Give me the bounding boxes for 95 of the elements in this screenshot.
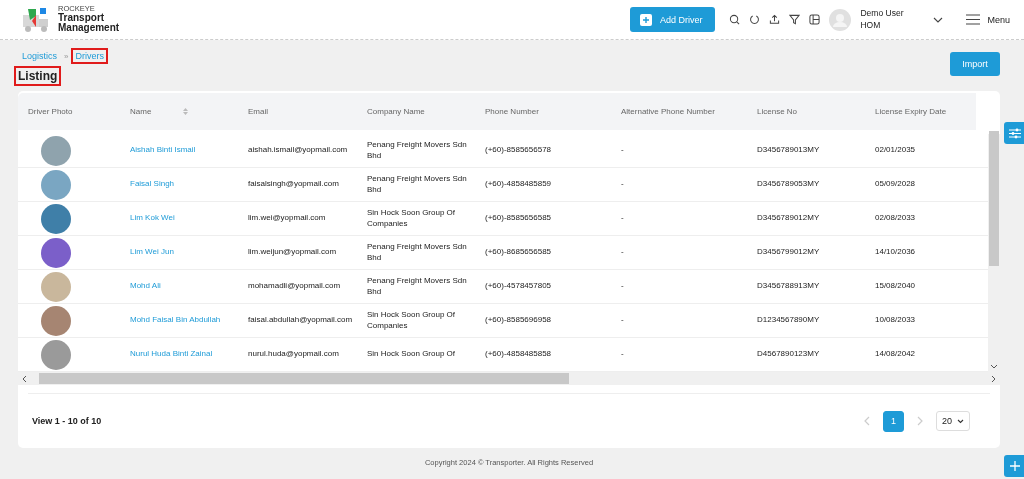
table-cell: lim.wei@yopmail.com — [248, 213, 326, 223]
chevron-down-icon — [957, 418, 964, 424]
table-cell: nurul.huda@yopmail.com — [248, 349, 339, 359]
import-button[interactable]: Import — [950, 52, 1000, 76]
table-cell: D4567890123MY — [757, 349, 820, 359]
driver-photo-placeholder — [41, 271, 71, 302]
table-cell: faisalsingh@yopmail.com — [248, 179, 339, 189]
user-name: Demo User — [860, 8, 905, 20]
table-cell: D3456799012MY — [757, 247, 820, 257]
table-cell: - — [621, 179, 624, 189]
column-header: Name — [130, 107, 152, 116]
filter-icon[interactable] — [789, 14, 801, 25]
pagination-summary: View 1 - 10 of 10 — [31, 416, 102, 426]
column-header: Company Name — [367, 107, 425, 116]
settings-sliders-button[interactable] — [1004, 122, 1024, 144]
add-driver-button[interactable]: Add Driver — [629, 7, 716, 32]
table-cell: 15/08/2040 — [875, 281, 916, 291]
table-cell: (+60)-4578457805 — [485, 281, 552, 291]
driver-name-link[interactable]: Faisal Singh — [130, 179, 175, 189]
chevron-down-icon[interactable] — [933, 16, 944, 23]
table-cell: Sin Hock Soon Group Of Companies — [367, 208, 456, 228]
driver-photo-placeholder — [41, 339, 71, 370]
table-cell: Sin Hock Soon Group Of — [367, 349, 456, 359]
table-cell: D3456788913MY — [757, 281, 820, 291]
breadcrumb-link[interactable]: Logistics — [18, 48, 61, 64]
scroll-down-icon[interactable] — [990, 364, 998, 369]
driver-photo-placeholder — [41, 169, 71, 200]
table-cell: (+60)-8685656585 — [485, 247, 552, 257]
table-cell: Penang Freight Movers Sdn Bhd — [367, 276, 467, 296]
table-cell: faisal.abdullah@yopmail.com — [248, 315, 353, 325]
driver-photo-placeholder — [41, 135, 71, 166]
menu-icon — [966, 14, 981, 25]
breadcrumb-separator: » — [64, 51, 69, 61]
driver-name-link[interactable]: Nurul Huda Binti Zainal — [130, 349, 213, 359]
page-size-select[interactable]: 20 — [936, 411, 970, 431]
plus-icon — [639, 13, 652, 26]
driver-photo-placeholder — [41, 203, 71, 234]
table-cell: mohamadli@yopmail.com — [248, 281, 341, 291]
refresh-icon[interactable] — [749, 14, 761, 25]
table-cell: D3456789012MY — [757, 213, 820, 223]
column-header: License Expiry Date — [875, 107, 947, 116]
table-cell: 14/08/2042 — [875, 349, 916, 359]
driver-photo-placeholder — [41, 305, 71, 336]
table-cell: D1234567890MY — [757, 315, 820, 325]
table-cell: 14/10/2036 — [875, 247, 916, 257]
table-cell: Sin Hock Soon Group Of Companies — [367, 310, 456, 330]
vertical-scrollbar[interactable] — [988, 134, 1000, 372]
brand-title: Management — [58, 23, 120, 34]
table-cell: D3456789053MY — [757, 179, 820, 189]
driver-name-link[interactable]: Mohd Faisal Bin Abdullah — [130, 315, 221, 325]
scroll-right-icon[interactable] — [991, 374, 996, 383]
driver-name-link[interactable]: Lim Kok Wei — [130, 213, 175, 223]
page-title: Listing — [14, 66, 62, 86]
table-cell: Penang Freight Movers Sdn Bhd — [367, 242, 467, 262]
sliders-icon — [1009, 127, 1021, 139]
user-role: HOM — [860, 19, 882, 31]
table-cell: (+60)-4858485859 — [485, 179, 552, 189]
table-cell: lim.weijun@yopmail.com — [248, 247, 337, 257]
table-cell: (+60)-4858485858 — [485, 349, 552, 359]
driver-name-link[interactable]: Mohd Ali — [130, 281, 161, 291]
table-cell: Penang Freight Movers Sdn Bhd — [367, 174, 467, 194]
table-cell: 02/01/2035 — [875, 145, 916, 155]
column-header: Email — [248, 107, 268, 116]
table-cell: (+60)-8585656578 — [485, 145, 552, 155]
page-button[interactable]: 1 — [883, 410, 904, 432]
column-header: Alternative Phone Number — [621, 107, 715, 116]
table-cell: - — [621, 315, 624, 325]
upload-icon[interactable] — [769, 14, 781, 25]
table-cell: (+60)-8585656585 — [485, 213, 552, 223]
driver-name-link[interactable]: Aishah Binti Ismail — [130, 145, 196, 155]
breadcrumb-link[interactable]: Drivers — [71, 48, 108, 64]
brand-title: Transport — [58, 12, 105, 24]
table-cell: - — [621, 247, 624, 257]
table-cell: D3456789013MY — [757, 145, 820, 155]
avatar-icon — [829, 8, 852, 31]
scroll-left-icon[interactable] — [22, 374, 27, 383]
menu-button[interactable]: Menu — [966, 14, 1010, 25]
table-cell: 02/08/2033 — [875, 213, 916, 223]
column-header: Phone Number — [485, 107, 539, 116]
table-cell: (+60)-8585696958 — [485, 315, 552, 325]
table-cell: - — [621, 145, 624, 155]
column-header: Driver Photo — [28, 107, 73, 116]
plus-icon — [1010, 461, 1020, 471]
table-cell: 05/09/2028 — [875, 179, 916, 189]
table-cell: - — [621, 213, 624, 223]
search-icon[interactable] — [729, 14, 741, 25]
table-cell: aishah.ismail@yopmail.com — [248, 145, 348, 155]
columns-icon[interactable] — [809, 14, 821, 25]
table-cell: - — [621, 349, 624, 359]
table-cell: Penang Freight Movers Sdn Bhd — [367, 140, 467, 160]
driver-name-link[interactable]: Lim Wei Jun — [130, 247, 174, 257]
table-cell: 10/08/2033 — [875, 315, 916, 325]
driver-photo-placeholder — [41, 237, 71, 268]
table-cell: - — [621, 281, 624, 291]
column-header: License No — [757, 107, 798, 116]
